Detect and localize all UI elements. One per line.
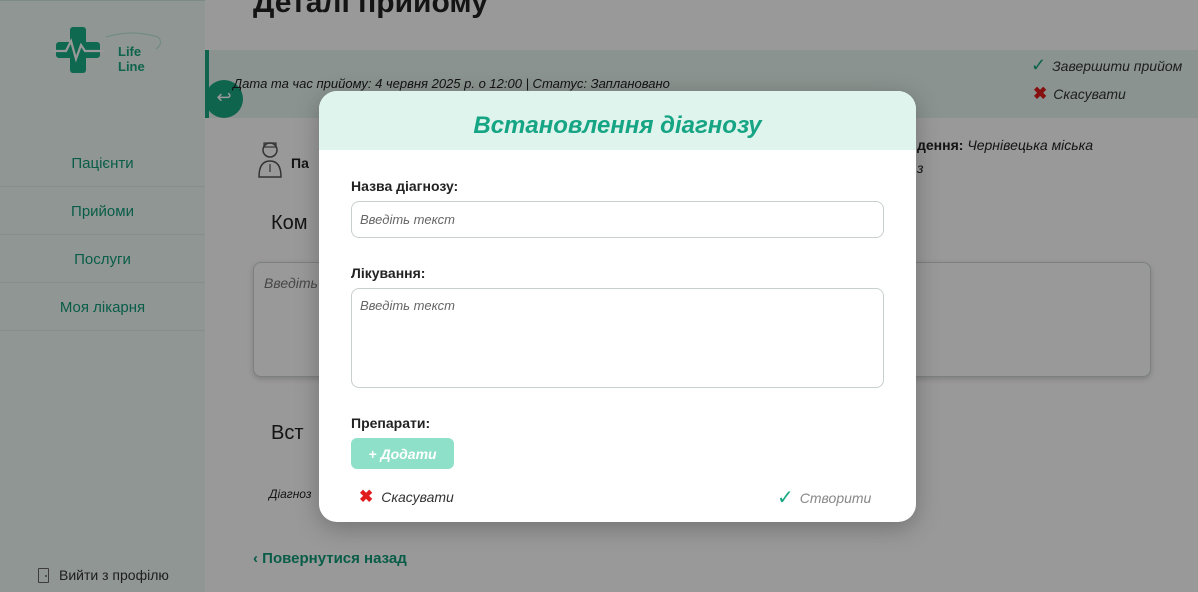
treatment-label: Лікування: [351,265,426,281]
check-icon: ✓ [777,487,794,509]
diagnosis-name-input[interactable] [351,201,884,238]
modal-title: Встановлення діагнозу [473,111,762,139]
close-icon: ✖ [359,487,374,506]
treatment-textarea[interactable] [351,288,884,388]
modal-header: Встановлення діагнозу [319,91,916,150]
modal-create-label: Створити [799,489,872,506]
drugs-label: Препарати: [351,415,431,431]
diagnosis-modal: Встановлення діагнозу Назва діагнозу: Лі… [319,91,916,522]
modal-cancel-button[interactable]: ✖ Скасувати [359,487,454,507]
add-drug-button[interactable]: + Додати [351,438,454,469]
modal-create-button[interactable]: ✓ Створити [777,485,871,510]
modal-cancel-label: Скасувати [381,489,454,505]
diagnosis-name-label: Назва діагнозу: [351,178,459,194]
